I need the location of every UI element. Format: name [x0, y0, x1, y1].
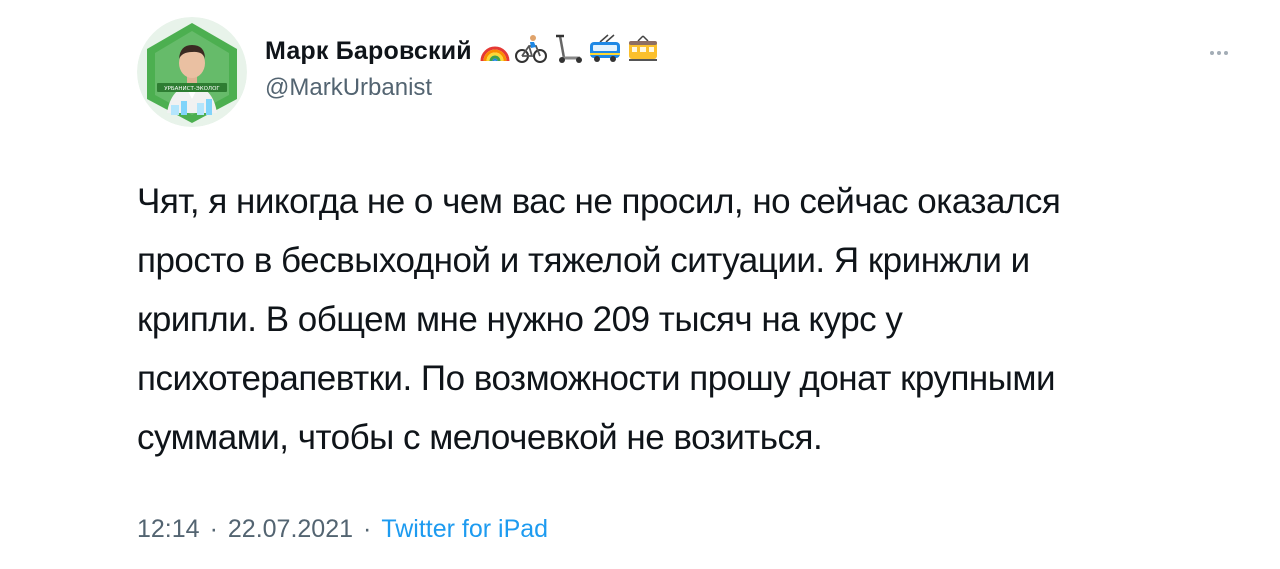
- avatar[interactable]: УРБАНИСТ-ЭКОЛОГ: [137, 17, 247, 127]
- kick-scooter-emoji: [552, 34, 584, 69]
- tweet-meta: 12:14 · 22.07.2021 · Twitter for iPad: [137, 515, 548, 544]
- more-options-button[interactable]: [1204, 40, 1234, 66]
- meta-separator: ·: [209, 515, 218, 543]
- cyclist-emoji: [514, 34, 548, 69]
- display-name[interactable]: Марк Баровский: [265, 37, 472, 66]
- name-emojis: [480, 33, 660, 69]
- tweet-card: УРБАНИСТ-ЭКОЛОГ Марк Баровский @MarkUrba…: [0, 0, 1280, 569]
- rainbow-emoji: [480, 35, 510, 68]
- tram-emoji: [626, 34, 660, 69]
- author-block: Марк Баровский @MarkUrbanist: [265, 33, 660, 102]
- tweet-text: Чят, я никогда не о чем вас не просил, н…: [137, 182, 1061, 457]
- handle[interactable]: @MarkUrbanist: [265, 74, 660, 102]
- tweet-date[interactable]: 22.07.2021: [228, 515, 353, 544]
- name-row: Марк Баровский: [265, 33, 660, 69]
- more-dots-icon: [1210, 51, 1228, 55]
- trolleybus-emoji: [588, 33, 622, 69]
- avatar-badge-text: УРБАНИСТ-ЭКОЛОГ: [164, 86, 220, 92]
- avatar-image: УРБАНИСТ-ЭКОЛОГ: [137, 17, 247, 127]
- tweet-time[interactable]: 12:14: [137, 515, 200, 544]
- tweet-source-link[interactable]: Twitter for iPad: [381, 515, 548, 544]
- meta-separator: ·: [363, 515, 372, 543]
